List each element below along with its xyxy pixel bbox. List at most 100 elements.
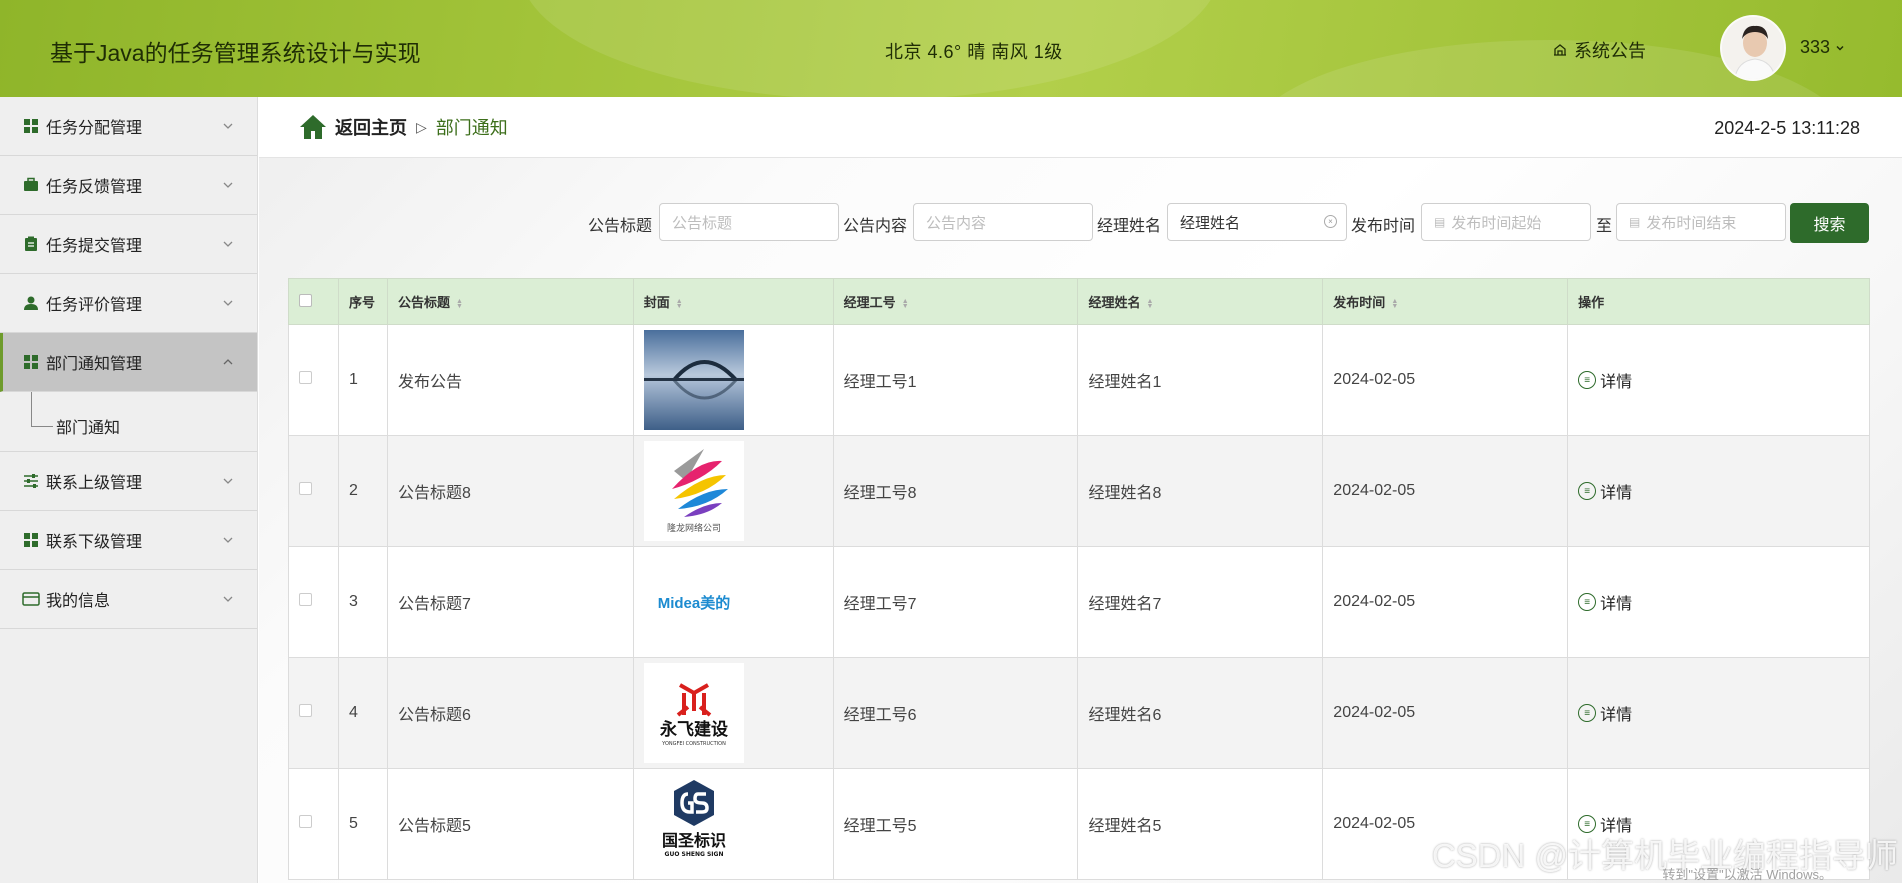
logo-text: 国圣标识	[662, 831, 726, 850]
system-notice-link[interactable]: 系统公告	[1552, 37, 1646, 63]
title-filter-input[interactable]: 公告标题	[659, 203, 839, 241]
sort-icon[interactable]: ▲ ▼	[456, 298, 463, 310]
detail-icon: ≡	[1578, 371, 1597, 389]
row-select-cell	[288, 435, 339, 547]
sidebar-item-my-info[interactable]: 我的信息	[0, 570, 257, 629]
title-filter-label: 公告标题	[588, 218, 653, 235]
csdn-watermark: CSDN @计算机毕业编程指导师	[1431, 837, 1898, 874]
col-header-label: 操作	[1578, 295, 1605, 310]
notice-label: 系统公告	[1574, 41, 1646, 61]
logo-text: YONGFEI CONSTRUCTION	[661, 741, 726, 747]
sort-icon[interactable]: ▲ ▼	[902, 298, 909, 310]
sidebar-subitem-dept-notice[interactable]: 部门通知	[0, 392, 257, 452]
calendar-icon: ▤	[1629, 215, 1641, 229]
sidebar-item-task-assign[interactable]: 任务分配管理	[0, 97, 257, 156]
sidebar-item-task-evaluate[interactable]: 任务评价管理	[0, 274, 257, 333]
row-select-cell	[288, 768, 339, 880]
cell-cover: Midea美的	[632, 546, 834, 658]
cell-time: 2024-02-05	[1322, 546, 1569, 658]
cell-manager-id: 经理工号5	[832, 768, 1079, 880]
col-header-label: 公告标题	[397, 295, 450, 310]
col-header-time[interactable]: 发布时间 ▲ ▼	[1322, 278, 1569, 325]
start-date-placeholder: 发布时间起始	[1451, 214, 1542, 232]
col-header-manager-name[interactable]: 经理姓名 ▲ ▼	[1077, 278, 1324, 325]
grid-icon	[22, 353, 40, 371]
cell-manager-id: 经理工号8	[832, 435, 1079, 547]
detail-label: 详情	[1600, 707, 1633, 724]
row-checkbox[interactable]	[299, 704, 312, 717]
cell-title: 公告标题7	[386, 546, 634, 658]
sidebar-item-label: 任务评价管理	[46, 297, 143, 314]
end-date-input[interactable]: ▤ 发布时间结束	[1616, 203, 1786, 241]
sidebar-item-task-feedback[interactable]: 任务反馈管理	[0, 156, 257, 215]
clear-icon[interactable]: ×	[1324, 215, 1337, 228]
sidebar-item-contact-subordinate[interactable]: 联系下级管理	[0, 511, 257, 570]
row-checkbox[interactable]	[299, 371, 312, 384]
sidebar-item-dept-notice[interactable]: 部门通知管理	[0, 333, 257, 392]
col-header-label: 经理工号	[843, 295, 896, 310]
cell-title: 发布公告	[386, 324, 634, 436]
col-header-title[interactable]: 公告标题 ▲ ▼	[386, 278, 634, 325]
select-all-checkbox[interactable]	[299, 293, 312, 307]
detail-icon: ≡	[1578, 593, 1597, 611]
detail-button[interactable]: ≡ 详情	[1578, 701, 1632, 725]
col-header-no: 序号	[337, 278, 388, 325]
breadcrumb-trail: 返回主页 ▷ 部门通知	[299, 114, 508, 140]
row-checkbox[interactable]	[299, 815, 312, 828]
cell-time: 2024-02-05	[1322, 657, 1569, 769]
detail-button[interactable]: ≡ 详情	[1578, 590, 1632, 614]
id-card-icon	[22, 590, 40, 608]
cell-action: ≡ 详情	[1567, 546, 1870, 658]
col-header-manager-id[interactable]: 经理工号 ▲ ▼	[832, 278, 1079, 325]
search-button[interactable]: 搜索	[1790, 203, 1869, 243]
cover-image-feather-logo[interactable]: 隆龙网络公司	[643, 441, 744, 541]
start-date-input[interactable]: ▤ 发布时间起始	[1421, 203, 1591, 241]
home-icon[interactable]	[299, 114, 327, 140]
breadcrumb-current: 部门通知	[435, 118, 508, 138]
breadcrumb-home-link[interactable]: 返回主页	[335, 114, 407, 140]
sort-icon[interactable]: ▲ ▼	[676, 298, 683, 310]
cover-image-yongfei-logo[interactable]: 永飞建设 YONGFEI CONSTRUCTION	[643, 663, 744, 763]
app-title: 基于Java的任务管理系统设计与实现	[50, 40, 421, 66]
user-menu[interactable]: 333	[1800, 37, 1846, 58]
cell-manager-name: 经理姓名1	[1077, 324, 1324, 436]
manager-filter-label: 经理姓名	[1097, 218, 1162, 235]
sidebar-subitem-label: 部门通知	[56, 420, 121, 437]
cover-image-midea-logo[interactable]: Midea美的	[643, 552, 744, 652]
notice-icon	[1554, 44, 1566, 56]
cover-image-guosheng-logo[interactable]: 国圣标识 GUO SHENG SIGN	[643, 774, 744, 874]
chevron-down-icon	[223, 537, 233, 543]
sidebar: 任务分配管理 任务反馈管理 任务提交管理 任务评价管理 部门通知管理 部门通知 …	[0, 97, 258, 883]
cell-cover	[632, 324, 834, 436]
sort-icon[interactable]: ▲ ▼	[1147, 298, 1154, 310]
cell-cover: 隆龙网络公司	[632, 435, 834, 547]
manager-filter-value: 经理姓名	[1180, 214, 1241, 232]
sidebar-item-label: 部门通知管理	[46, 356, 143, 373]
row-select-cell	[288, 546, 339, 658]
sidebar-item-label: 任务提交管理	[46, 238, 143, 255]
avatar[interactable]	[1720, 15, 1786, 81]
sort-icon[interactable]: ▲ ▼	[1391, 298, 1398, 310]
row-checkbox[interactable]	[299, 593, 312, 606]
grid-icon	[22, 531, 40, 549]
cell-manager-id: 经理工号7	[832, 546, 1079, 658]
detail-icon: ≡	[1578, 482, 1597, 500]
sidebar-item-label: 联系下级管理	[46, 534, 143, 551]
chevron-down-icon	[223, 596, 233, 602]
cell-manager-name: 经理姓名6	[1077, 657, 1324, 769]
breadcrumb-separator-icon: ▷	[416, 118, 427, 135]
cell-title: 公告标题8	[386, 435, 634, 547]
detail-button[interactable]: ≡ 详情	[1578, 368, 1632, 392]
sidebar-item-contact-superior[interactable]: 联系上级管理	[0, 452, 257, 511]
row-checkbox[interactable]	[299, 482, 312, 495]
tree-line	[31, 392, 32, 426]
col-header-cover[interactable]: 封面 ▲ ▼	[632, 278, 834, 325]
sidebar-item-task-submit[interactable]: 任务提交管理	[0, 215, 257, 274]
to-label: 至	[1596, 218, 1613, 235]
cover-image-bridge[interactable]	[643, 330, 744, 430]
manager-filter-input[interactable]: 经理姓名 ×	[1167, 203, 1347, 241]
table-row: 2 公告标题8 隆龙网络公司 经理工号8 经理姓名8 2024-02-05 ≡ …	[288, 435, 1870, 547]
detail-button[interactable]: ≡ 详情	[1578, 479, 1632, 503]
table-row: 4 公告标题6 永飞建设 YONGFEI CONSTRUCTION 经理工号6 …	[288, 657, 1870, 769]
content-filter-input[interactable]: 公告内容	[913, 203, 1093, 241]
